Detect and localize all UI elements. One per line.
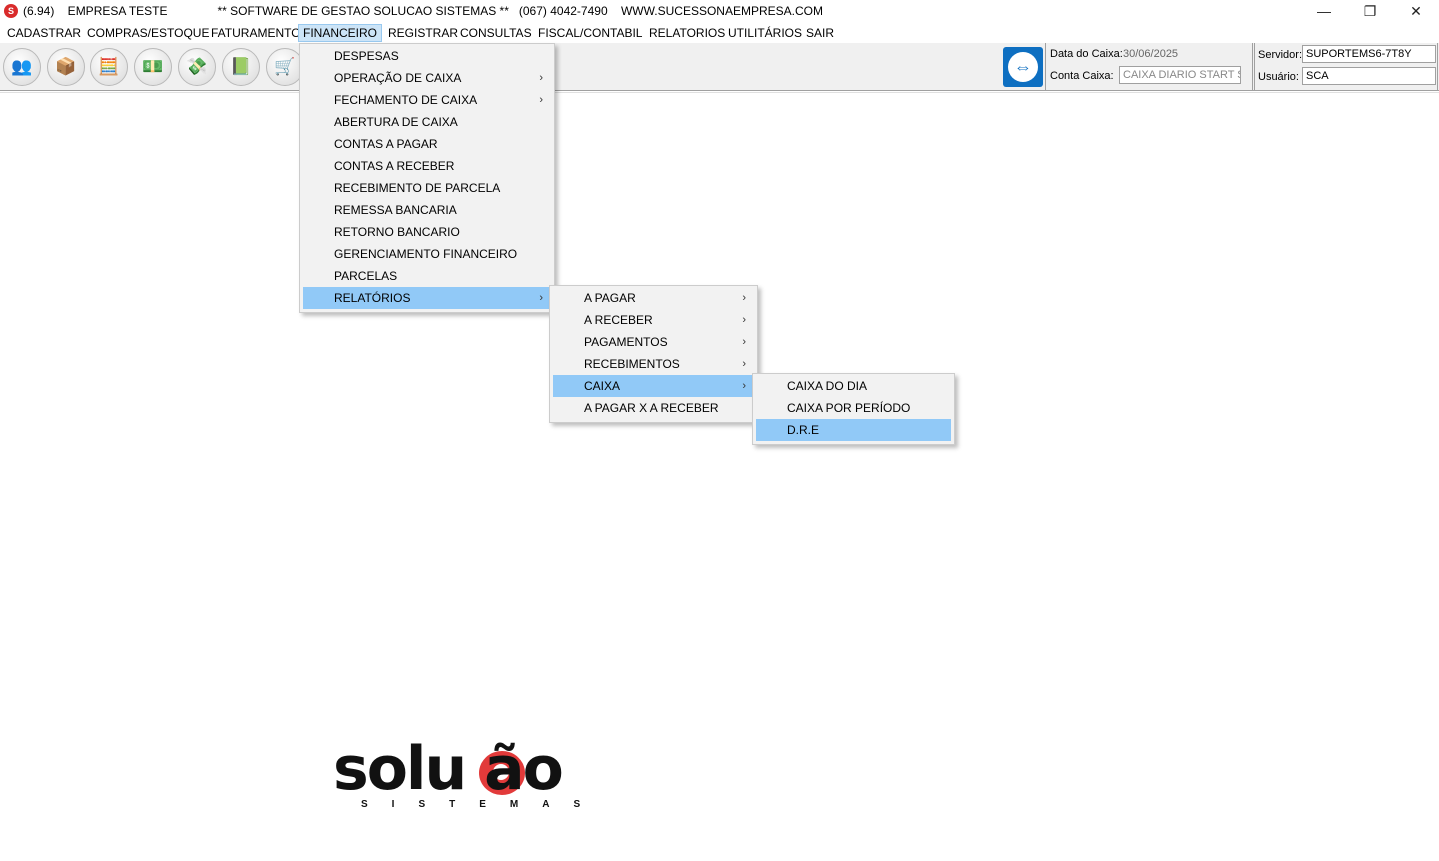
- cash-book-icon[interactable]: 📗: [222, 48, 260, 86]
- submenu-item-pagamentos[interactable]: PAGAMENTOS ›: [553, 331, 754, 353]
- financeiro-menu: DESPESAS OPERAÇÃO DE CAIXA › FECHAMENTO D…: [299, 43, 555, 313]
- menu-item-label: RECEBIMENTOS: [584, 357, 680, 371]
- data-caixa-value: 30/06/2025: [1123, 48, 1179, 60]
- submenu-item-a-pagar-x-a-receber[interactable]: A PAGAR X A RECEBER: [553, 397, 754, 419]
- menu-item-label: RELATÓRIOS: [334, 291, 411, 305]
- menu-item-parcelas[interactable]: PARCELAS: [303, 265, 551, 287]
- menu-item-label: PAGAMENTOS: [584, 335, 668, 349]
- chevron-right-icon: ›: [742, 380, 746, 392]
- relatorios-submenu: A PAGAR › A RECEBER › PAGAMENTOS › RECEBIME…: [549, 285, 758, 423]
- remote-support-button[interactable]: ⇔: [1003, 47, 1043, 87]
- menu-item-relatorios[interactable]: RELATÓRIOS ›: [303, 287, 551, 309]
- servidor-field: SUPORTEMS6-7T8Y: [1302, 45, 1436, 63]
- menu-consultas[interactable]: CONSULTAS: [456, 24, 536, 42]
- submenu-item-a-receber[interactable]: A RECEBER ›: [553, 309, 754, 331]
- submenu-item-a-pagar[interactable]: A PAGAR ›: [553, 287, 754, 309]
- menu-utilitarios[interactable]: UTILITÁRIOS: [724, 24, 806, 42]
- menu-item-retorno-bancario[interactable]: RETORNO BANCARIO: [303, 221, 551, 243]
- submenu-item-dre[interactable]: D.R.E: [756, 419, 951, 441]
- submenu-item-recebimentos[interactable]: RECEBIMENTOS ›: [553, 353, 754, 375]
- money-transfer-icon[interactable]: 💸: [178, 48, 216, 86]
- submenu-item-caixa-por-periodo[interactable]: CAIXA POR PERÍODO: [756, 397, 951, 419]
- menu-bar: CADASTRAR COMPRAS/ESTOQUE FATURAMENTO FI…: [0, 22, 1439, 43]
- menu-item-label: FECHAMENTO DE CAIXA: [334, 93, 478, 107]
- logo-subtitle: SISTEMAS: [361, 799, 605, 810]
- caixa-info-panel: Data do Caixa: 30/06/2025 Conta Caixa: C…: [1045, 43, 1253, 90]
- chevron-right-icon: ›: [742, 314, 746, 326]
- money-icon[interactable]: 💵: [134, 48, 172, 86]
- chevron-right-icon: ›: [742, 358, 746, 370]
- servidor-label: Servidor:: [1258, 49, 1303, 61]
- caixa-submenu: CAIXA DO DIA CAIXA POR PERÍODO D.R.E: [752, 373, 955, 445]
- conta-caixa-label: Conta Caixa:: [1050, 70, 1114, 82]
- menu-financeiro[interactable]: FINANCEIRO: [298, 24, 383, 42]
- menu-sair[interactable]: SAIR: [802, 24, 838, 42]
- minimize-button[interactable]: —: [1301, 0, 1347, 22]
- menu-compras-estoque[interactable]: COMPRAS/ESTOQUE: [83, 24, 213, 42]
- usuario-label: Usuário:: [1258, 71, 1299, 83]
- chevron-right-icon: ›: [539, 94, 543, 106]
- chevron-right-icon: ›: [539, 72, 543, 84]
- menu-item-abertura-de-caixa[interactable]: ABERTURA DE CAIXA: [303, 111, 551, 133]
- calculator-icon[interactable]: 🧮: [90, 48, 128, 86]
- app-logo-icon: S: [4, 4, 18, 18]
- menu-item-contas-a-pagar[interactable]: CONTAS A PAGAR: [303, 133, 551, 155]
- toolbar: 👥 📦 🧮 💵 💸 📗 🛒 ⇔ Data do Caixa: 30/06/202…: [0, 43, 1439, 91]
- menu-item-remessa-bancaria[interactable]: REMESSA BANCARIA: [303, 199, 551, 221]
- chevron-right-icon: ›: [742, 336, 746, 348]
- conta-caixa-field: CAIXA DIARIO START S: [1119, 66, 1241, 84]
- solucao-logo: solu ão SISTEMAS: [333, 737, 633, 817]
- menu-item-label: A PAGAR: [584, 291, 636, 305]
- title-bar: S (6.94) EMPRESA TESTE ** SOFTWARE DE GE…: [0, 0, 1439, 22]
- menu-item-label: OPERAÇÃO DE CAIXA: [334, 71, 462, 85]
- restore-button[interactable]: ❐: [1347, 0, 1393, 22]
- window-title: (6.94) EMPRESA TESTE ** SOFTWARE DE GEST…: [23, 4, 823, 18]
- server-info-panel: Servidor: SUPORTEMS6-7T8Y Usuário: SCA: [1254, 43, 1438, 90]
- menu-faturamento[interactable]: FATURAMENTO: [207, 24, 305, 42]
- menu-relatorios[interactable]: RELATORIOS: [645, 24, 729, 42]
- remote-arrows-icon: ⇔: [1008, 52, 1038, 82]
- menu-item-label: A RECEBER: [584, 313, 653, 327]
- menu-item-contas-a-receber[interactable]: CONTAS A RECEBER: [303, 155, 551, 177]
- chevron-right-icon: ›: [539, 292, 543, 304]
- menu-item-operacao-de-caixa[interactable]: OPERAÇÃO DE CAIXA ›: [303, 67, 551, 89]
- users-icon[interactable]: 👥: [3, 48, 41, 86]
- menu-registrar[interactable]: REGISTRAR: [384, 24, 462, 42]
- menu-item-label: CAIXA: [584, 379, 621, 393]
- logo-wordmark: solu ão: [333, 734, 564, 804]
- menu-item-fechamento-de-caixa[interactable]: FECHAMENTO DE CAIXA ›: [303, 89, 551, 111]
- menu-item-recebimento-de-parcela[interactable]: RECEBIMENTO DE PARCELA: [303, 177, 551, 199]
- data-caixa-label: Data do Caixa:: [1050, 48, 1123, 60]
- menu-fiscal-contabil[interactable]: FISCAL/CONTABIL: [534, 24, 646, 42]
- menu-cadastrar[interactable]: CADASTRAR: [3, 24, 85, 42]
- close-button[interactable]: ✕: [1393, 0, 1439, 22]
- chevron-right-icon: ›: [742, 292, 746, 304]
- menu-item-gerenciamento-financeiro[interactable]: GERENCIAMENTO FINANCEIRO: [303, 243, 551, 265]
- usuario-field: SCA: [1302, 67, 1436, 85]
- submenu-item-caixa-do-dia[interactable]: CAIXA DO DIA: [756, 375, 951, 397]
- main-workspace: [0, 92, 1439, 861]
- menu-item-despesas[interactable]: DESPESAS: [303, 45, 551, 67]
- delivery-icon[interactable]: 📦: [47, 48, 85, 86]
- submenu-item-caixa[interactable]: CAIXA ›: [553, 375, 754, 397]
